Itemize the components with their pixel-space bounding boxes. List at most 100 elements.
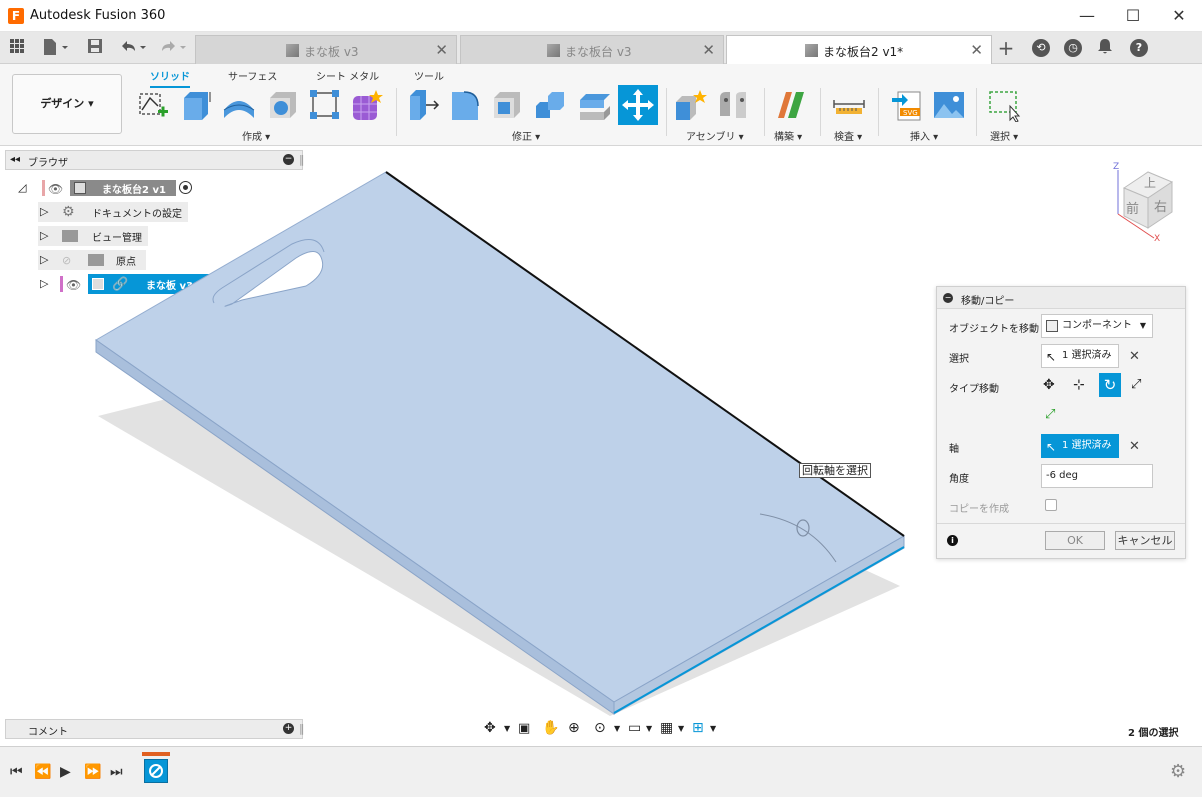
step-back-icon[interactable]: ⏪ xyxy=(34,764,51,780)
axis-selection-field[interactable]: ↖ 1 選択済み xyxy=(1041,434,1119,458)
look-at-icon[interactable]: ▣ xyxy=(518,721,530,736)
close-tab-icon[interactable]: ✕ xyxy=(435,41,448,59)
revolve-icon[interactable] xyxy=(222,88,256,122)
move-copy-icon[interactable] xyxy=(618,85,658,125)
inspect-group-label[interactable]: 検査 ▾ xyxy=(834,128,862,143)
chamfer-icon[interactable] xyxy=(490,88,524,122)
ok-button[interactable]: OK xyxy=(1045,531,1105,550)
combine-icon[interactable] xyxy=(578,88,612,122)
measure-icon[interactable] xyxy=(832,88,866,122)
display-settings-icon[interactable]: ▭ xyxy=(628,720,641,736)
shell-icon[interactable] xyxy=(534,88,568,122)
assemble-group-label[interactable]: アセンブリ ▾ xyxy=(686,128,744,143)
file-menu-icon[interactable] xyxy=(40,38,70,58)
hole-icon[interactable] xyxy=(266,88,300,122)
close-window-button[interactable]: ✕ xyxy=(1156,0,1202,32)
create-copy-checkbox[interactable] xyxy=(1045,499,1057,511)
select-group-label[interactable]: 選択 ▾ xyxy=(990,128,1018,143)
create-sketch-icon[interactable] xyxy=(136,88,170,122)
insert-group-label[interactable]: 挿入 ▾ xyxy=(910,128,938,143)
construct-group-label[interactable]: 構築 ▾ xyxy=(774,128,802,143)
go-to-start-icon[interactable]: ⏮ xyxy=(10,764,23,780)
tab-document-2[interactable]: まな板台 v3 ✕ xyxy=(460,35,724,64)
insert-image-icon[interactable] xyxy=(932,88,966,122)
save-icon[interactable] xyxy=(86,38,104,58)
cube-face-right[interactable]: 右 xyxy=(1154,196,1167,215)
fit-zoom-icon[interactable]: ⊙ xyxy=(594,720,606,736)
pattern-icon[interactable] xyxy=(308,88,342,122)
undo-icon[interactable] xyxy=(118,38,148,58)
cube-face-front[interactable]: 前 xyxy=(1126,198,1139,217)
free-move-icon[interactable]: ✥ xyxy=(1043,377,1055,393)
job-status-icon[interactable]: ◷ xyxy=(1064,39,1082,57)
point-to-position-icon[interactable]: ⤢ xyxy=(1045,407,1055,422)
maximize-button[interactable]: ☐ xyxy=(1110,0,1156,32)
dropdown-arrow-icon: ▼ xyxy=(1139,321,1146,330)
tab-document-3-active[interactable]: まな板台2 v1* ✕ xyxy=(726,35,992,65)
dropdown-arrow-icon[interactable]: ▼ xyxy=(614,724,620,733)
minimize-button[interactable]: — xyxy=(1064,0,1110,32)
create-form-icon[interactable] xyxy=(350,88,384,122)
extensions-icon[interactable]: ⟲ xyxy=(1032,39,1050,57)
workspace-dropdown[interactable]: デザイン ▾ xyxy=(12,74,122,134)
info-icon[interactable]: i xyxy=(947,535,958,546)
insert-svg-icon[interactable]: SVG xyxy=(890,88,924,122)
divider xyxy=(937,523,1185,524)
new-tab-icon[interactable]: + xyxy=(994,38,1018,58)
fillet-icon[interactable] xyxy=(448,88,482,122)
new-component-icon[interactable] xyxy=(674,88,708,122)
translate-icon[interactable]: ⊹ xyxy=(1073,377,1085,393)
offset-plane-icon[interactable] xyxy=(774,88,808,122)
selection-field[interactable]: ↖ 1 選択済み xyxy=(1041,344,1119,368)
tab-tools[interactable]: ツール xyxy=(414,68,444,83)
move-type-label: タイプ移動 xyxy=(949,384,999,395)
dropdown-arrow-icon[interactable]: ▼ xyxy=(710,724,716,733)
help-icon[interactable]: ? xyxy=(1130,39,1148,57)
clear-axis-icon[interactable]: ✕ xyxy=(1129,439,1140,454)
cancel-button[interactable]: キャンセル xyxy=(1115,531,1175,550)
pan-hand-icon[interactable]: ✋ xyxy=(542,720,559,736)
zoom-icon[interactable]: ⊕ xyxy=(568,720,580,736)
view-cube[interactable]: 上 前 右 Z X xyxy=(1110,162,1190,246)
dropdown-arrow-icon[interactable]: ▼ xyxy=(646,724,652,733)
tab-surface[interactable]: サーフェス xyxy=(228,68,277,83)
select-icon[interactable] xyxy=(988,88,1022,123)
orbit-icon[interactable]: ✥ xyxy=(484,720,496,736)
create-group-label[interactable]: 作成 ▾ xyxy=(242,128,270,143)
viewports-icon[interactable]: ⊞ xyxy=(692,720,704,736)
tab-sheet-metal[interactable]: シート メタル xyxy=(316,68,379,83)
cube-face-top[interactable]: 上 xyxy=(1144,174,1156,191)
app-grid-icon[interactable] xyxy=(8,38,26,58)
redo-icon[interactable] xyxy=(158,38,188,58)
angle-input[interactable]: -6 deg xyxy=(1041,464,1153,488)
press-pull-icon[interactable] xyxy=(406,88,440,122)
comments-title: コメント xyxy=(28,727,68,738)
dropdown-arrow-icon[interactable]: ▼ xyxy=(504,724,510,733)
notifications-bell-icon[interactable] xyxy=(1096,38,1114,58)
timeline-marker[interactable] xyxy=(142,752,170,756)
collapse-dialog-icon[interactable]: − xyxy=(943,293,953,303)
step-forward-icon[interactable]: ⏩ xyxy=(84,764,101,780)
play-icon[interactable]: ▶ xyxy=(60,764,71,780)
dialog-header[interactable]: − 移動/コピー xyxy=(937,287,1185,309)
grid-settings-icon[interactable]: ▦ xyxy=(660,720,673,736)
close-tab-icon[interactable]: ✕ xyxy=(970,41,983,59)
tab-solid[interactable]: ソリッド xyxy=(150,68,190,88)
timeline-feature-move[interactable] xyxy=(144,759,168,783)
panel-grip-icon[interactable]: ‖ xyxy=(299,722,305,735)
cursor-arrow-icon: ↖ xyxy=(1046,350,1057,364)
point-to-point-icon[interactable]: ⤢ xyxy=(1131,377,1141,392)
add-comment-icon[interactable]: + xyxy=(283,723,294,734)
dropdown-arrow-icon[interactable]: ▼ xyxy=(678,724,684,733)
extrude-icon[interactable] xyxy=(180,88,214,122)
tab-document-1[interactable]: まな板 v3 ✕ xyxy=(195,35,457,64)
timeline-settings-gear-icon[interactable]: ⚙ xyxy=(1170,761,1186,782)
clear-selection-icon[interactable]: ✕ xyxy=(1129,349,1140,364)
close-tab-icon[interactable]: ✕ xyxy=(702,41,715,59)
rotate-icon[interactable]: ↻ xyxy=(1099,373,1121,397)
joint-icon[interactable] xyxy=(716,88,750,122)
modify-group-label[interactable]: 修正 ▾ xyxy=(512,128,540,143)
object-dropdown[interactable]: コンポーネント ▼ xyxy=(1041,314,1153,338)
go-to-end-icon[interactable]: ⏭ xyxy=(110,764,123,780)
comments-panel-header[interactable]: コメント + ‖ xyxy=(5,719,305,739)
